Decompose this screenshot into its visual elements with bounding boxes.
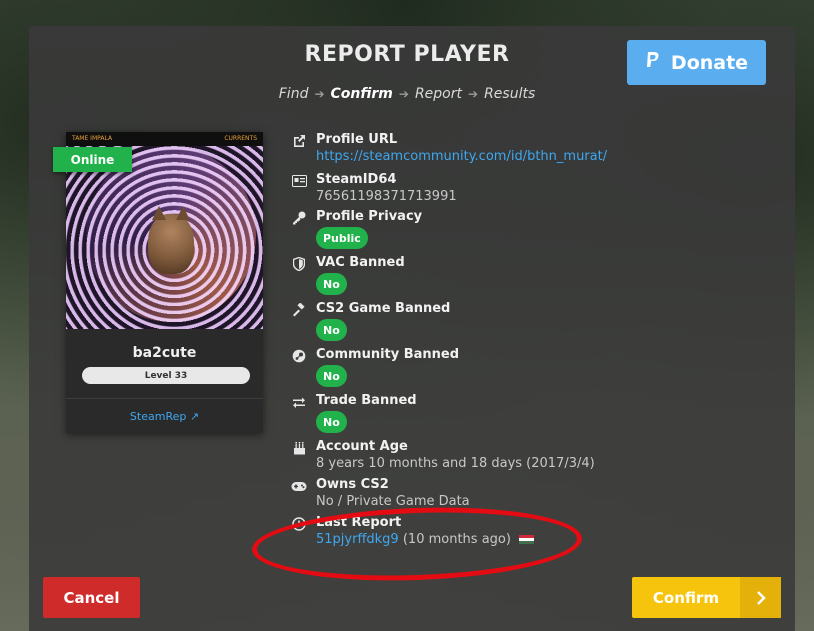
shield-icon — [290, 257, 308, 271]
donate-button[interactable]: Donate — [627, 40, 766, 85]
profile-url-label: Profile URL — [316, 132, 398, 147]
level-badge: Level 33 — [82, 367, 250, 384]
step-find: Find — [278, 86, 309, 102]
username: ba2cute — [132, 345, 197, 361]
community-ban-label: Community Banned — [316, 347, 460, 362]
steamrep-label: SteamRep — [129, 410, 187, 423]
gavel-icon — [290, 303, 308, 317]
album-artist: TAME IMPALA — [72, 135, 113, 142]
external-link-icon: ↗ — [189, 410, 200, 423]
online-status-badge: Online — [53, 147, 132, 172]
vac-badge: No — [316, 273, 347, 295]
vac-label: VAC Banned — [316, 255, 405, 270]
chevron-right-icon — [740, 577, 781, 618]
game-ban-badge: No — [316, 319, 347, 341]
id-card-icon — [290, 174, 308, 188]
trade-ban-badge: No — [316, 411, 347, 433]
step-report: Report — [414, 86, 462, 102]
steam-icon — [290, 349, 308, 363]
confirm-button[interactable]: Confirm — [632, 577, 781, 618]
arrow-right-icon: ➔ — [468, 87, 479, 101]
account-age-label: Account Age — [316, 439, 408, 454]
owns-cs2-label: Owns CS2 — [316, 477, 389, 492]
privacy-badge: Public — [316, 227, 368, 249]
card-divider — [66, 398, 263, 399]
steamid64-label: SteamID64 — [316, 172, 397, 187]
cake-icon — [290, 441, 308, 455]
community-ban-badge: No — [316, 365, 347, 387]
step-confirm: Confirm — [330, 86, 393, 102]
arrow-right-icon: ➔ — [314, 87, 325, 101]
external-link-icon — [290, 134, 308, 148]
exchange-icon — [290, 395, 308, 409]
privacy-label: Profile Privacy — [316, 209, 423, 224]
arrow-right-icon: ➔ — [398, 87, 409, 101]
album-header: TAME IMPALA CURRENTS — [66, 132, 263, 146]
steamid64-value: 76561198371713991 — [316, 189, 457, 204]
kitten-image — [148, 206, 194, 274]
trade-ban-label: Trade Banned — [316, 393, 417, 408]
profile-url-link[interactable]: https://steamcommunity.com/id/bthn_murat… — [316, 149, 607, 164]
game-ban-label: CS2 Game Banned — [316, 301, 451, 316]
profile-card: TAME IMPALA CURRENTS ba2cute Level 33 St… — [66, 132, 263, 433]
account-age-value: 8 years 10 months and 18 days (2017/3/4) — [316, 456, 595, 471]
gamepad-icon — [290, 479, 308, 493]
step-results: Results — [484, 86, 536, 102]
paypal-icon — [645, 51, 661, 74]
cancel-button[interactable]: Cancel — [43, 577, 140, 618]
steamrep-link[interactable]: SteamRep ↗ — [66, 410, 263, 423]
donate-label: Donate — [670, 51, 749, 74]
key-icon — [290, 211, 308, 225]
album-title: CURRENTS — [224, 135, 257, 142]
progress-steps: Find ➔ Confirm ➔ Report ➔ Results — [0, 86, 814, 102]
confirm-label: Confirm — [652, 588, 720, 607]
